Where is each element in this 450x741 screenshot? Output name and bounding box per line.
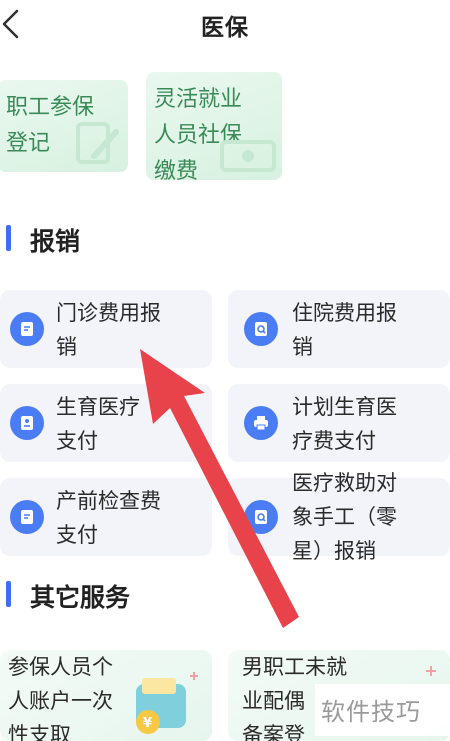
card-label: 门诊费用报 销 [56,301,161,359]
card-prenatal-check-payment[interactable]: 产前检查费 支付 [0,478,212,556]
wallet-coin-icon: ¥ [136,672,198,734]
card-label: 计划生育医 疗费支付 [292,395,397,453]
watermark-text: 软件技巧 [321,698,421,726]
tile-flexible-employment-payment[interactable]: 灵活就业 人员社保 缴费 [146,72,282,180]
document-icon [10,312,44,346]
card-label: 生育医疗 支付 [56,395,140,453]
card-label: 住院费用报 销 [292,301,397,359]
card-medical-aid-reimburse[interactable]: 医疗救助对 象手工（零 星）报销 [228,471,450,563]
plus-icon [426,666,436,676]
document-icon [10,500,44,534]
tile-label: 参保人员个 人账户一次 性支取 [8,655,113,741]
page-title: 医保 [201,15,249,41]
card-label: 产前检查费 支付 [56,489,161,547]
search-document-icon [244,500,278,534]
section-accent-bar [6,225,11,251]
section-accent-bar [6,581,11,607]
banknote-icon [220,140,276,172]
card-family-planning-payment[interactable]: 计划生育医 疗费支付 [228,384,450,462]
card-outpatient-reimburse[interactable]: 门诊费用报 销 [0,290,212,368]
watermark: 软件技巧 [315,684,450,736]
section-title: 报销 [30,227,81,256]
card-maternity-payment[interactable]: 生育医疗 支付 [0,384,212,462]
section-header-reimburse: 报销 [6,222,126,256]
top-bar: 医保 [0,0,450,48]
card-inpatient-reimburse[interactable]: 住院费用报 销 [228,290,450,368]
section-title: 其它服务 [30,583,131,612]
printer-icon [244,406,278,440]
edit-document-icon [76,122,119,164]
search-document-icon [244,312,278,346]
svg-text:¥: ¥ [143,716,152,731]
clipboard-icon [10,406,44,440]
card-label: 医疗救助对 象手工（零 星）报销 [292,471,397,563]
tile-employee-registration[interactable]: 职工参保 登记 [0,80,128,172]
section-header-other-services: 其它服务 [6,578,166,612]
tile-personal-account-withdrawal[interactable]: 参保人员个 人账户一次 性支取 ¥ [0,650,212,741]
